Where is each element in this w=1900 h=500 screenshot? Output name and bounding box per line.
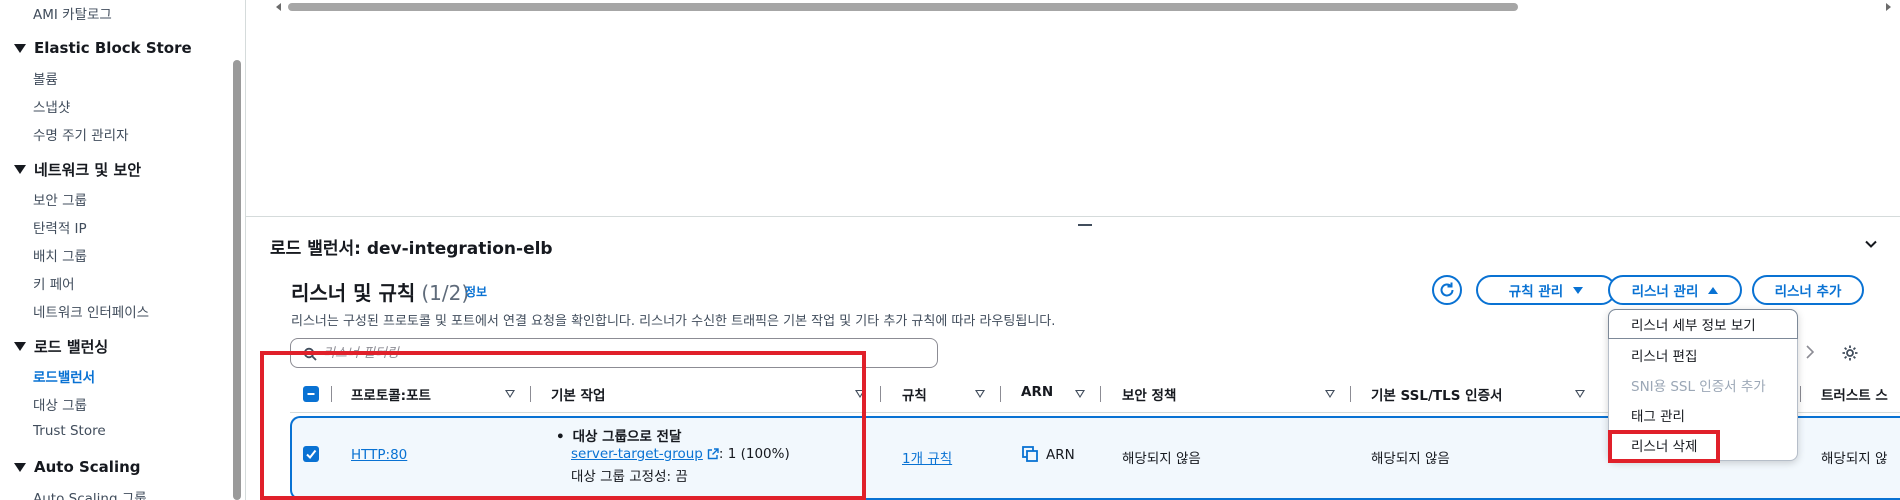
menu-item-view-details[interactable]: 리스너 세부 정보 보기	[1608, 309, 1798, 339]
sidebar-item-elastic-ip[interactable]: 탄력적 IP	[33, 217, 87, 237]
manage-rules-button[interactable]: 규칙 관리	[1476, 275, 1616, 305]
sidebar-item-snapshots[interactable]: 스냅샷	[33, 96, 70, 116]
row-checkbox[interactable]	[303, 446, 319, 462]
trust-store-value: 해당되지 않	[1821, 451, 1888, 467]
protocol-port-link[interactable]: HTTP:80	[351, 447, 407, 463]
sidebar-item-lifecycle-manager[interactable]: 수명 주기 관리자	[33, 124, 129, 144]
ssl-cert-value: 해당되지 않음	[1371, 451, 1450, 467]
sort-icon[interactable]	[505, 390, 515, 398]
column-header-security-policy[interactable]: 보안 정책	[1122, 384, 1176, 404]
chevron-down-icon[interactable]	[1865, 238, 1877, 250]
listener-filter-input[interactable]	[323, 344, 923, 362]
target-group-cell: server-target-group : 1 (100%)	[571, 446, 790, 462]
caret-down-icon	[14, 342, 26, 351]
scroll-left-icon[interactable]	[276, 3, 281, 11]
column-header-arn[interactable]: ARN	[1021, 384, 1053, 400]
security-policy-value: 해당되지 않음	[1122, 451, 1201, 467]
sort-icon[interactable]	[1575, 390, 1585, 398]
sidebar-group-network-security[interactable]: 네트워크 및 보안	[14, 159, 141, 180]
check-icon	[306, 449, 317, 460]
listener-filter[interactable]	[290, 338, 938, 368]
menu-item-manage-tags[interactable]: 태그 관리	[1609, 400, 1797, 430]
sort-icon[interactable]	[1075, 390, 1085, 398]
sidebar-item-placement-groups[interactable]: 배치 그룹	[33, 245, 87, 265]
rules-link[interactable]: 1개 규칙	[902, 447, 952, 467]
column-separator[interactable]	[1000, 386, 1001, 402]
column-header-default-action[interactable]: 기본 작업	[551, 384, 605, 404]
drag-handle-icon[interactable]	[1078, 224, 1092, 226]
column-header-protocol-port[interactable]: 프로토콜:포트	[351, 384, 431, 404]
sidebar-group-load-balancing[interactable]: 로드 밸런싱	[14, 336, 108, 357]
menu-item-edit-listener[interactable]: 리스너 편집	[1609, 340, 1797, 370]
caret-up-icon	[1708, 286, 1719, 294]
sidebar-item-volumes[interactable]: 볼륨	[33, 68, 58, 88]
caret-down-icon	[14, 462, 26, 472]
listeners-heading: 리스너 및 규칙 (1/2)	[291, 281, 470, 305]
menu-item-delete-listener[interactable]: 리스너 삭제	[1609, 430, 1797, 460]
column-separator[interactable]	[530, 386, 531, 402]
chevron-right-icon[interactable]	[1806, 345, 1814, 359]
info-link[interactable]: 정보	[465, 283, 487, 300]
copy-icon[interactable]	[1022, 446, 1038, 462]
sidebar-item-asg[interactable]: Auto Scaling 그룹	[33, 487, 147, 500]
manage-listener-dropdown: 리스너 세부 정보 보기 리스너 편집 SNI용 SSL 인증서 추가 태그 관…	[1608, 309, 1798, 461]
refresh-button[interactable]	[1432, 275, 1462, 305]
listeners-description: 리스너는 구성된 프로토콜 및 포트에서 연결 요청을 확인합니다. 리스너가 …	[291, 314, 1056, 329]
main-content-top	[246, 0, 1900, 215]
stickiness-text: 대상 그룹 고정성: 끔	[571, 469, 688, 485]
target-group-weight: : 1 (100%)	[718, 446, 790, 462]
caret-down-icon	[1573, 286, 1584, 294]
sidebar-item-key-pairs[interactable]: 키 페어	[33, 273, 75, 293]
sidebar-scrollbar-thumb[interactable]	[233, 60, 241, 500]
arn-text: ARN	[1046, 447, 1075, 463]
column-separator[interactable]	[880, 386, 881, 402]
sidebar-group-auto-scaling[interactable]: Auto Scaling	[14, 458, 141, 476]
split-panel-title: 로드 밸런서: dev-integration-elb	[270, 239, 553, 259]
sidebar-item-ami-catalog[interactable]: AMI 카탈로그	[33, 3, 112, 23]
column-header-trust-store[interactable]: 트러스트 스	[1821, 384, 1888, 404]
sidebar-item-target-groups[interactable]: 대상 그룹	[33, 394, 87, 414]
sidebar-nav: AMI 카탈로그 Elastic Block Store 볼륨 스냅샷 수명 주…	[0, 0, 245, 500]
caret-down-icon	[14, 43, 26, 53]
search-icon	[303, 347, 317, 361]
sidebar-item-trust-store[interactable]: Trust Store	[33, 423, 106, 439]
manage-listener-button[interactable]: 리스너 관리	[1608, 275, 1742, 305]
horizontal-scrollbar-thumb[interactable]	[288, 3, 1518, 11]
add-listener-button[interactable]: 리스너 추가	[1752, 275, 1864, 305]
sidebar-item-load-balancers[interactable]: 로드밸런서	[33, 366, 95, 386]
target-group-link[interactable]: server-target-group	[571, 446, 703, 462]
column-header-rules[interactable]: 규칙	[902, 384, 927, 404]
sidebar-item-security-groups[interactable]: 보안 그룹	[33, 189, 87, 209]
sort-icon[interactable]	[855, 390, 865, 398]
sort-icon[interactable]	[975, 390, 985, 398]
column-separator[interactable]	[1350, 386, 1351, 402]
menu-item-add-sni-cert: SNI용 SSL 인증서 추가	[1631, 379, 1766, 395]
gear-icon[interactable]	[1841, 344, 1859, 362]
refresh-icon	[1440, 282, 1454, 297]
caret-down-icon	[14, 165, 26, 174]
indeterminate-icon	[307, 393, 315, 395]
scroll-right-icon[interactable]	[1886, 3, 1891, 11]
column-header-ssl-cert[interactable]: 기본 SSL/TLS 인증서	[1371, 384, 1502, 404]
external-link-icon	[707, 448, 719, 460]
column-separator[interactable]	[1100, 386, 1101, 402]
column-separator[interactable]	[1800, 386, 1801, 402]
sidebar-item-network-interfaces[interactable]: 네트워크 인터페이스	[33, 301, 149, 321]
sort-icon[interactable]	[1325, 390, 1335, 398]
select-all-checkbox[interactable]	[303, 386, 319, 402]
listeners-count: (1/2)	[421, 281, 470, 305]
column-separator[interactable]	[331, 386, 332, 402]
default-action-title: 대상 그룹으로 전달	[556, 425, 682, 445]
sidebar-group-ebs[interactable]: Elastic Block Store	[14, 39, 192, 57]
